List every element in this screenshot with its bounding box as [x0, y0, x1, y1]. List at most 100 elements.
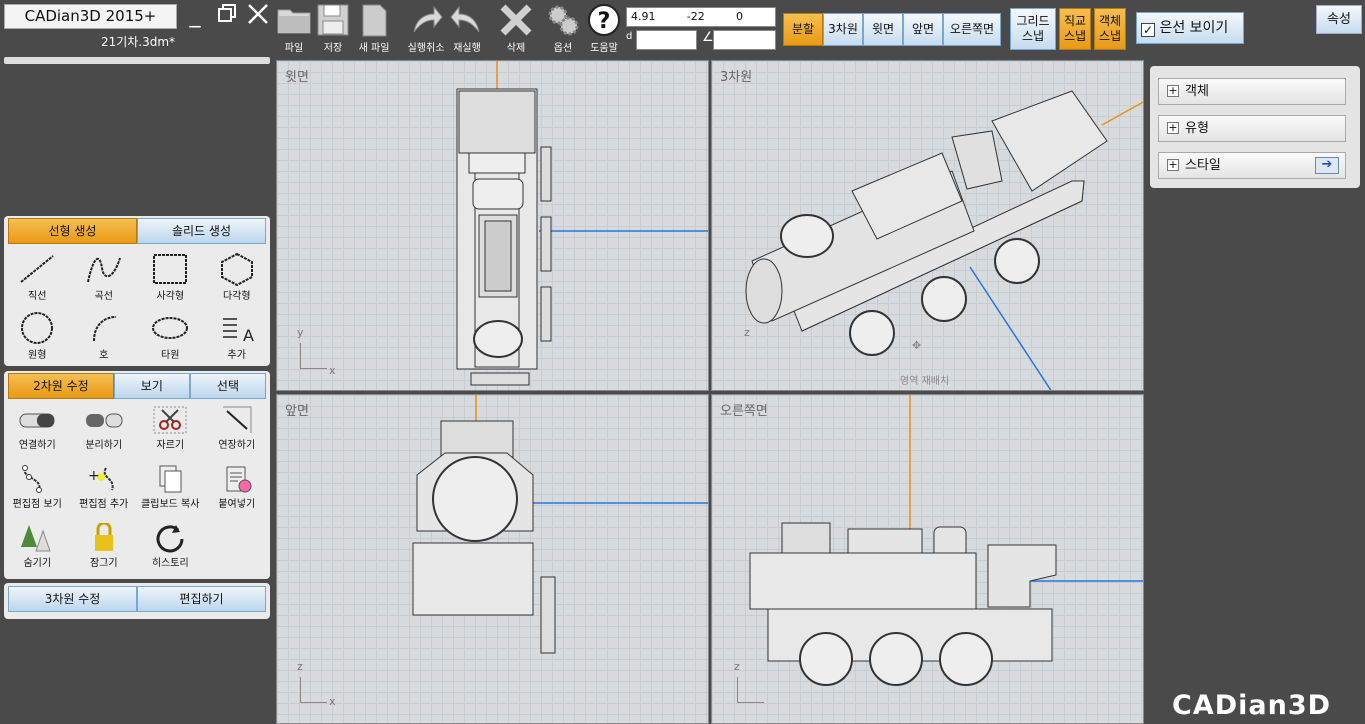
tool-label: 연장하기: [218, 440, 256, 451]
hidden-lines-toggle[interactable]: ✓ 은선 보이기: [1136, 12, 1244, 44]
rearrange-label: 영역 재배치: [900, 376, 950, 387]
explode-tool[interactable]: 분리하기: [71, 403, 138, 462]
copy-icon: [159, 465, 182, 493]
grid-snap-button[interactable]: 그리드 스냅: [1010, 8, 1056, 50]
rearrange-icon[interactable]: ✥: [912, 339, 921, 352]
arc-tool[interactable]: 호: [71, 309, 138, 368]
add-point-tool[interactable]: + 편집점 추가: [71, 462, 138, 521]
curve-tool[interactable]: 곡선: [71, 250, 138, 309]
help-button[interactable]: ? 도움말: [583, 2, 625, 54]
split-view-button[interactable]: 분할: [783, 13, 823, 46]
delete-button[interactable]: 삭제: [495, 2, 537, 54]
arrow-right-icon[interactable]: ➔: [1315, 157, 1339, 174]
properties-button[interactable]: 속성: [1316, 5, 1362, 34]
tool-label: 사각형: [156, 291, 185, 302]
tool-label: 추가: [227, 350, 246, 361]
tab-select[interactable]: 선택: [189, 373, 267, 399]
viewport-right[interactable]: 오른쪽면 z: [711, 394, 1144, 724]
tool-label: 분리하기: [85, 440, 123, 451]
redo-button[interactable]: 재실행: [446, 2, 488, 54]
line-tool[interactable]: 직선: [4, 250, 71, 309]
clipboard-copy-tool[interactable]: 클립보드 복사: [137, 462, 204, 521]
new-file-button[interactable]: 새 파일: [353, 2, 395, 54]
view-top-button[interactable]: 윗면: [863, 13, 903, 46]
show-points-tool[interactable]: 편집점 보기: [4, 462, 71, 521]
angle-label: ∠: [702, 30, 714, 45]
tab-2d-edit[interactable]: 2차원 수정: [8, 373, 114, 399]
undo-button[interactable]: 실행취소: [402, 2, 450, 54]
distance-input[interactable]: [636, 30, 697, 50]
view-3d-button[interactable]: 3차원: [823, 13, 863, 46]
ellipse-icon: [152, 317, 189, 339]
snap-label: 객체: [1098, 14, 1122, 28]
train-right-drawing: [749, 395, 1143, 686]
trees-icon: [21, 525, 51, 552]
redo-icon: [450, 5, 480, 33]
ellipse-tool[interactable]: 타원: [137, 309, 204, 368]
circle-tool[interactable]: 원형: [4, 309, 71, 368]
accordion-object[interactable]: + 객체: [1158, 78, 1346, 105]
viewport-3d[interactable]: 3차원 ✥ 영역 재배치 z: [711, 60, 1144, 391]
train-front-drawing: [412, 395, 708, 654]
axis-z-label: z: [734, 660, 740, 673]
tool-label: 곡선: [94, 291, 113, 302]
lock-tool[interactable]: 잠그기: [71, 521, 138, 580]
add-tool[interactable]: A 추가: [204, 309, 271, 368]
accordion-type[interactable]: + 유형: [1158, 115, 1346, 142]
save-button[interactable]: 저장: [312, 2, 354, 54]
accordion-label: 객체: [1185, 84, 1209, 99]
join-tool[interactable]: 연결하기: [4, 403, 71, 462]
viewport-top[interactable]: 윗면 y x: [276, 60, 709, 391]
text-spring-icon: A: [222, 318, 254, 345]
distance-label: d: [626, 31, 633, 42]
extend-icon: [222, 406, 252, 433]
tab-solid-create[interactable]: 솔리드 생성: [137, 218, 266, 244]
checkbox-icon[interactable]: ✓: [1141, 23, 1155, 37]
angle-input[interactable]: [713, 30, 776, 50]
extend-tool[interactable]: 연장하기: [204, 403, 271, 462]
accordion-style[interactable]: + 스타일 ➔: [1158, 152, 1346, 179]
toolbar-label: 파일: [284, 43, 304, 54]
toolbar-label: 실행취소: [407, 43, 445, 54]
undo-icon: [413, 5, 443, 33]
trim-tool[interactable]: 자르기: [137, 403, 204, 462]
tab-editing[interactable]: 편집하기: [137, 586, 266, 612]
tab-view[interactable]: 보기: [113, 373, 190, 399]
progress-bar: [4, 57, 270, 64]
curve-create-panel: 선형 생성 솔리드 생성 직선 곡선 사각형 다각형 원형 호 타원 A 추가: [4, 216, 270, 366]
tab-curve-create[interactable]: 선형 생성: [8, 218, 137, 244]
viewport-front[interactable]: 앞면 z x: [276, 394, 709, 724]
options-button[interactable]: 옵션: [542, 2, 584, 54]
tab-3d-edit[interactable]: 3차원 수정: [8, 586, 137, 612]
history-tool[interactable]: 히스토리: [137, 521, 204, 580]
snap-label: 직교: [1063, 14, 1087, 28]
plus-icon: +: [1167, 84, 1179, 97]
tool-label: 호: [99, 350, 109, 361]
polygon-tool[interactable]: 다각형: [204, 250, 271, 309]
paste-tool[interactable]: 붙여넣기: [204, 462, 271, 521]
gears-icon: [548, 5, 579, 36]
ortho-snap-button[interactable]: 직교 스냅: [1059, 8, 1091, 50]
object-snap-button[interactable]: 객체 스냅: [1094, 8, 1126, 50]
join-icon: [19, 413, 55, 428]
minimize-icon[interactable]: _: [182, 2, 208, 30]
tool-label: 직선: [28, 291, 47, 302]
toolbar-label: 새 파일: [358, 43, 390, 54]
axis-gizmo: [300, 677, 327, 703]
open-file-button[interactable]: 파일: [273, 2, 315, 54]
toolbar-label: 재실행: [453, 43, 481, 54]
hide-tool[interactable]: 숨기기: [4, 521, 71, 580]
help-icon: ?: [588, 4, 620, 36]
close-icon[interactable]: [245, 2, 271, 30]
axis-x-label: x: [329, 695, 336, 708]
coord-x: 4.91: [631, 10, 656, 23]
view-front-button[interactable]: 앞면: [903, 13, 943, 46]
view-right-button[interactable]: 오른쪽면: [943, 13, 1001, 46]
restore-icon[interactable]: [214, 2, 240, 30]
snap-label: 스냅: [1098, 29, 1122, 43]
accordion-label: 유형: [1185, 121, 1209, 136]
tool-label: 히스토리: [151, 558, 189, 569]
rectangle-tool[interactable]: 사각형: [137, 250, 204, 309]
tool-label: 잠그기: [89, 558, 118, 569]
svg-text:?: ?: [598, 9, 611, 34]
